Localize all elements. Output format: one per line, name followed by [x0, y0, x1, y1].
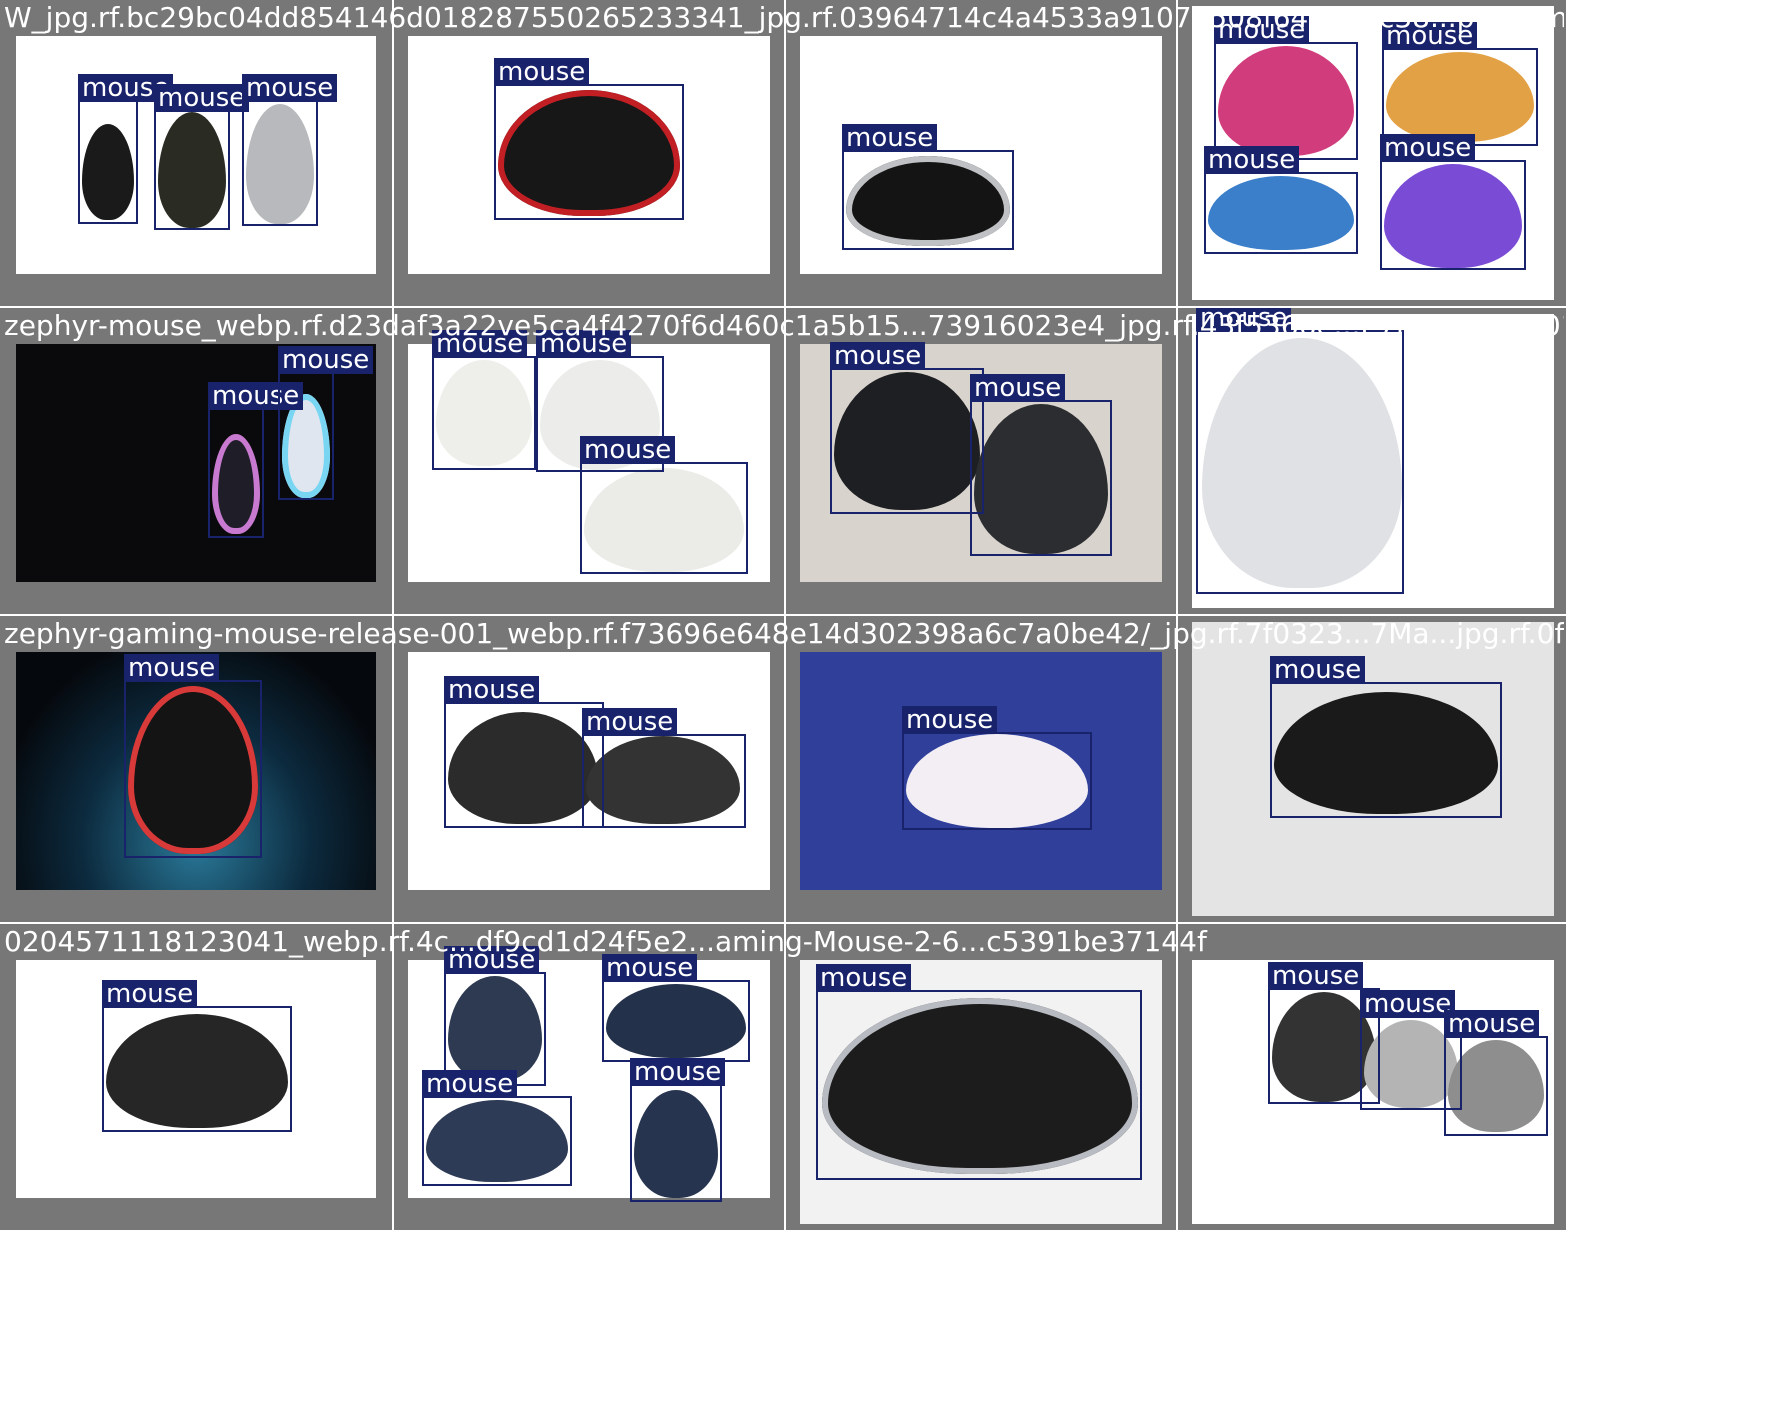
detection-box: mouse [78, 74, 174, 224]
detection-label: mouse [902, 706, 998, 734]
detection-box: mouse [432, 330, 536, 470]
detection-box: mouse [242, 74, 338, 226]
detection-box: mouse [444, 676, 604, 828]
image-tile: mouse [394, 0, 784, 306]
detection-box: mouse [1214, 16, 1358, 160]
detection-label: mouse [582, 708, 678, 736]
detection-label: mouse [1360, 990, 1456, 1018]
detection-label: mouse [102, 980, 198, 1008]
image-tile: mouse mouse mouse [0, 0, 392, 306]
detection-label: mouse [242, 74, 338, 102]
image-tile: mouse [786, 616, 1176, 922]
image-tile: mouse mouse mouse mouse [1178, 0, 1566, 306]
detection-label: mouse [422, 1070, 518, 1098]
detection-box: mouse [154, 84, 250, 230]
row-filename-caption: W_jpg.rf.bc29bc04dd854146d01828755026523… [4, 1, 1564, 34]
detection-box: mouse [1270, 656, 1502, 818]
detection-label: mouse [154, 84, 250, 112]
detection-label: mouse [1270, 656, 1366, 684]
row-filename-caption: zephyr-gaming-mouse-release-001_webp.rf.… [4, 617, 1564, 650]
detection-box: mouse [124, 654, 262, 858]
detection-label: mouse [494, 58, 590, 86]
detection-box: mouse [1444, 1010, 1548, 1136]
detection-box: mouse [842, 124, 1014, 250]
detection-box: mouse [422, 1070, 572, 1186]
row-filename-caption: zephyr-mouse_webp.rf.d23daf3a22ve5ca4f42… [4, 309, 1564, 342]
detection-label: mouse [444, 676, 540, 704]
detection-label: mouse [830, 342, 926, 370]
row-filename-caption: 0204571118123041_webp.rf.4c...df9cd1d24f… [4, 925, 1207, 958]
detection-box: mouse [1204, 146, 1358, 254]
detection-box: mouse [1196, 308, 1404, 594]
image-tile: mouse mouse [394, 616, 784, 922]
detection-label: mouse [842, 124, 938, 152]
detection-label: mouse [816, 964, 912, 992]
image-tile: mouse [0, 924, 392, 1230]
detection-label: mouse [278, 346, 374, 374]
image-tile: mouse mouse mouse mouse [394, 924, 784, 1230]
detection-label: mouse [1444, 1010, 1540, 1038]
image-tile: mouse [0, 616, 392, 922]
image-tile: mouse [1178, 616, 1566, 922]
detection-box: mouse [1382, 22, 1538, 146]
image-tile: mouse mouse [0, 308, 392, 614]
detection-box: mouse [902, 706, 1092, 830]
detection-label: mouse [1204, 146, 1300, 174]
detection-box: mouse [102, 980, 292, 1132]
detection-box: mouse [582, 708, 746, 828]
detection-label: mouse [580, 436, 676, 464]
detection-box: mouse [970, 374, 1112, 556]
detection-label: mouse [1380, 134, 1476, 162]
detection-label: mouse [124, 654, 220, 682]
detection-label: mouse [970, 374, 1066, 402]
image-tile: mouse [786, 924, 1176, 1230]
image-tile: mouse [1178, 308, 1566, 614]
detection-box: mouse [580, 436, 748, 574]
image-tile: mouse [786, 0, 1176, 306]
detection-box: mouse [278, 346, 374, 500]
image-tile: mouse mouse mouse [394, 308, 784, 614]
detection-box: mouse [208, 382, 304, 538]
image-tile: mouse mouse [786, 308, 1176, 614]
image-grid: mouse mouse mouse mouse mouse mouse mouse mouse… [0, 0, 1792, 1408]
detection-label: mouse [1268, 962, 1364, 990]
detection-box: mouse [830, 342, 984, 514]
detection-box: mouse [1380, 134, 1526, 270]
detection-box: mouse [602, 954, 750, 1062]
detection-label: mouse [630, 1058, 726, 1086]
detection-box: mouse [816, 964, 1142, 1180]
detection-box: mouse [494, 58, 684, 220]
detection-box: mouse [630, 1058, 726, 1202]
image-tile: mouse mouse mouse [1178, 924, 1566, 1230]
